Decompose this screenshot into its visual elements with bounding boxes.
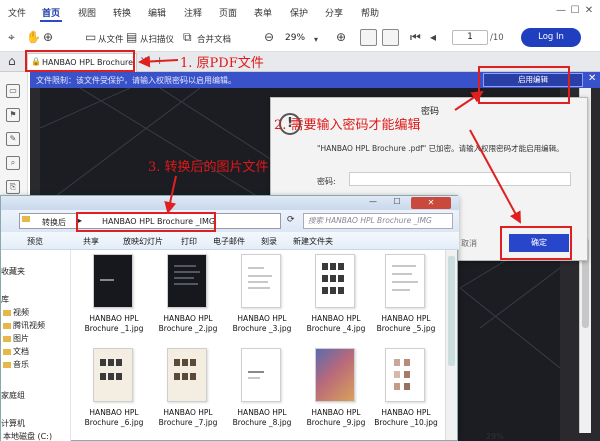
arrow-3 (164, 175, 177, 214)
annotation-arrows (138, 55, 521, 224)
arrow-2b (469, 129, 521, 224)
arrow-2a (454, 90, 484, 111)
arrow-1 (138, 55, 179, 68)
